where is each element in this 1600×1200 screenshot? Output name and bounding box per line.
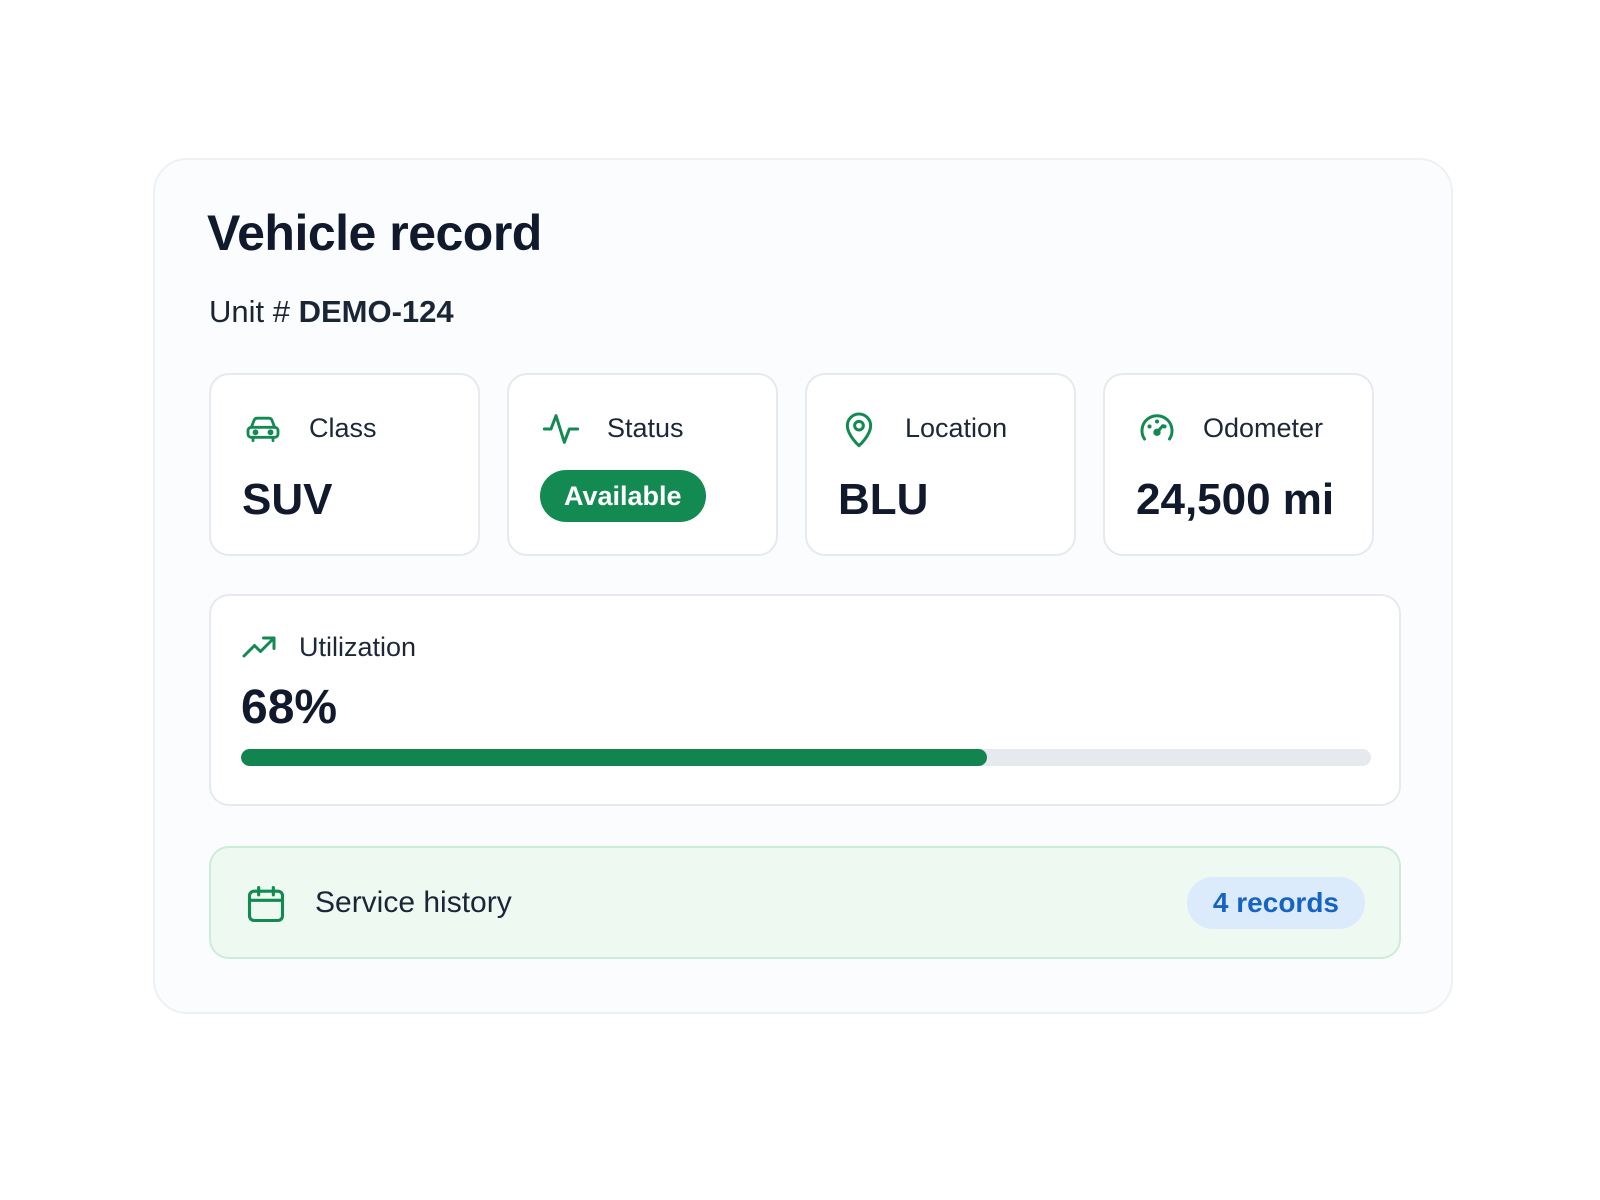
odometer-label: Odometer — [1203, 413, 1324, 443]
trending-up-icon — [242, 636, 276, 658]
records-count-badge[interactable]: 4 records — [1186, 877, 1365, 929]
utilization-progress-fill — [241, 749, 987, 766]
unit-id: DEMO-124 — [298, 294, 454, 329]
utilization-value: 68% — [241, 681, 338, 734]
service-history-row[interactable]: Service history 4 records — [209, 846, 1401, 959]
utilization-progress-track — [241, 749, 1371, 766]
odometer-tile: Odometer 24,500 mi — [1103, 373, 1374, 556]
map-pin-icon — [845, 412, 873, 448]
car-icon — [246, 416, 280, 443]
page-title: Vehicle record — [207, 205, 542, 261]
class-label: Class — [309, 413, 377, 443]
status-tile: Status Available — [507, 373, 778, 556]
location-value: BLU — [838, 475, 929, 524]
unit-prefix: Unit # — [209, 294, 290, 329]
calendar-icon — [247, 885, 285, 923]
class-value: SUV — [242, 475, 333, 524]
activity-icon — [542, 414, 580, 444]
status-label: Status — [607, 413, 684, 443]
location-tile: Location BLU — [805, 373, 1076, 556]
utilization-panel: Utilization 68% — [209, 594, 1401, 806]
class-tile: Class SUV — [209, 373, 480, 556]
gauge-icon — [1140, 414, 1174, 441]
vehicle-record-card: Vehicle record Unit # DEMO-124 Class SUV… — [153, 158, 1453, 1014]
odometer-value: 24,500 mi — [1136, 475, 1335, 524]
service-history-label: Service history — [315, 886, 512, 919]
unit-number: Unit # DEMO-124 — [209, 294, 454, 330]
utilization-label: Utilization — [299, 632, 417, 662]
status-badge: Available — [540, 470, 706, 522]
location-label: Location — [905, 413, 1008, 443]
